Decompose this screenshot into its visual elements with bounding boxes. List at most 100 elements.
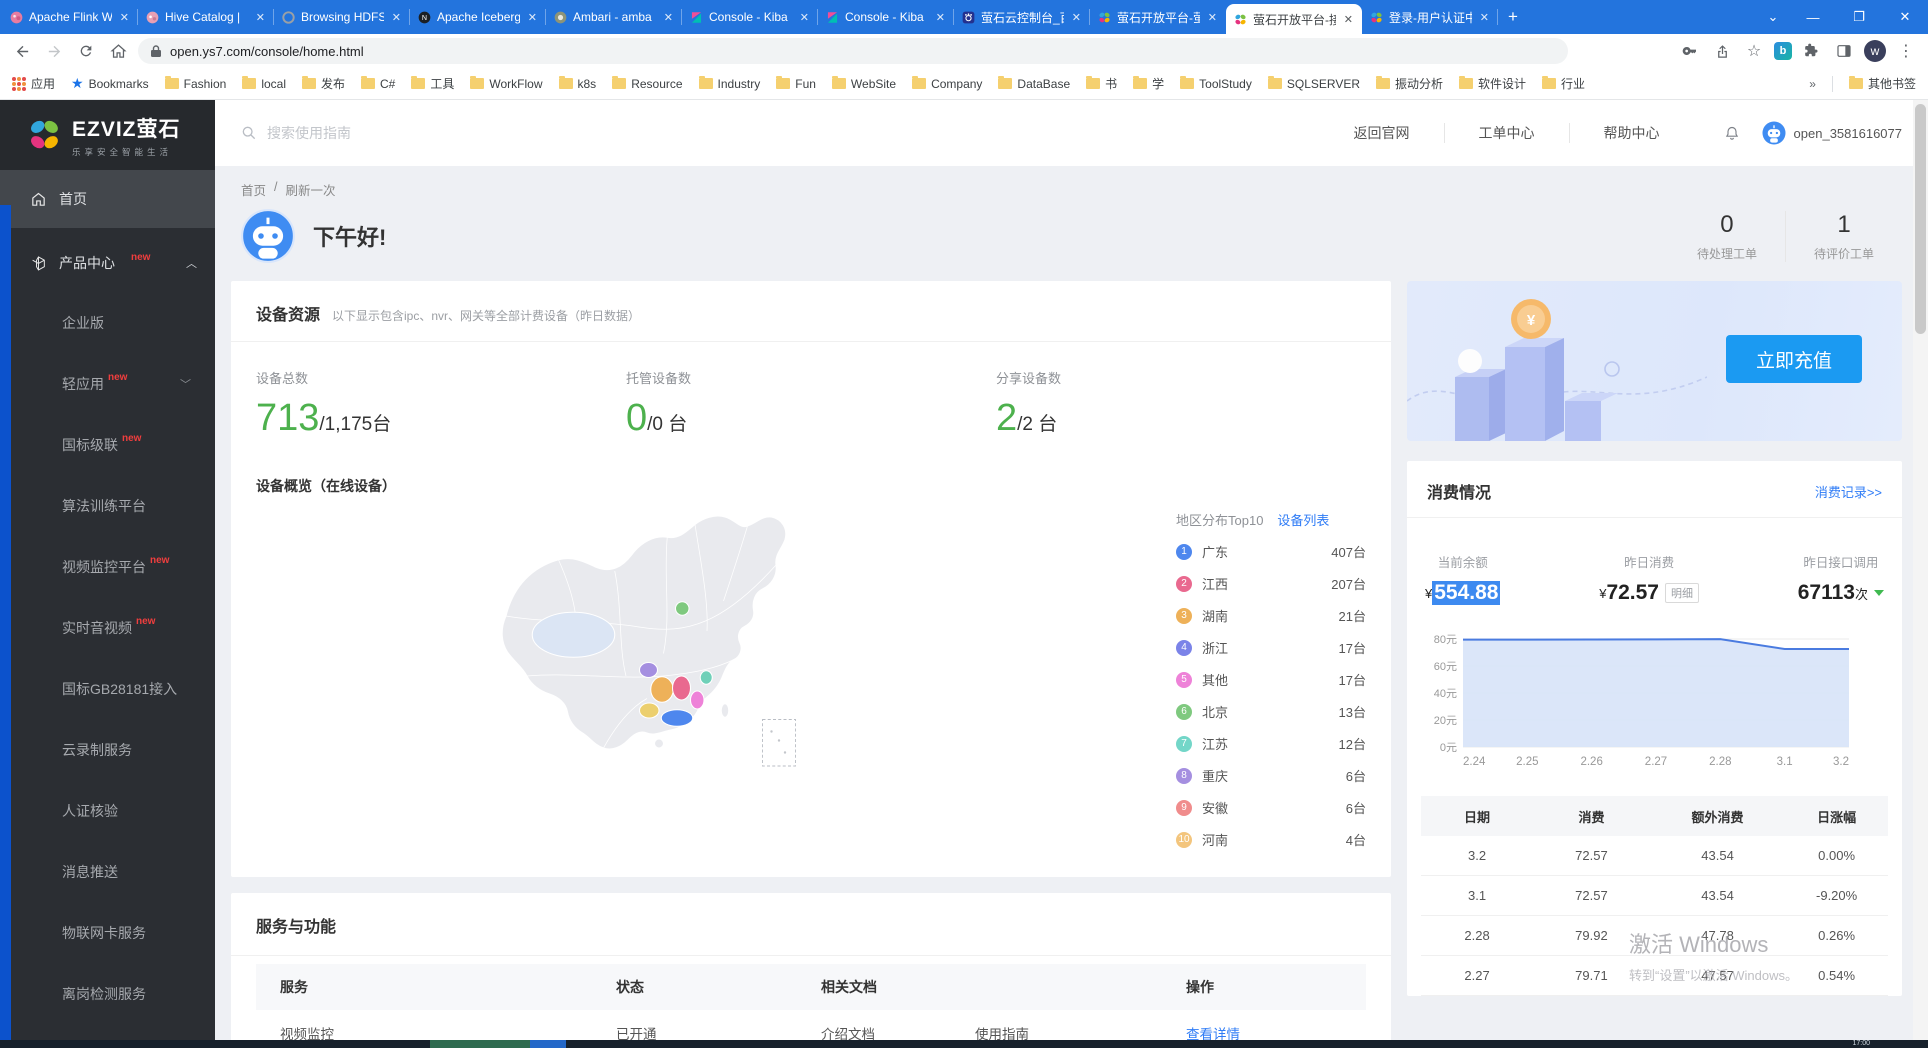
browser-menu-icon[interactable]: ⋮: [1894, 39, 1918, 63]
bookmark-folder[interactable]: 书: [1086, 75, 1117, 92]
ticket-counter[interactable]: 0待处理工单: [1669, 211, 1785, 262]
browser-tab[interactable]: Ambari - amba✕: [546, 0, 682, 34]
bookmark-folder[interactable]: 振动分析: [1376, 75, 1443, 92]
home-icon[interactable]: [106, 39, 130, 63]
bookmark-folder[interactable]: WebSite: [832, 77, 896, 91]
header-link[interactable]: 工单中心: [1444, 123, 1569, 143]
tab-search-icon[interactable]: ⌄: [1756, 0, 1790, 34]
bookmark-folder[interactable]: local: [242, 77, 286, 91]
bookmark-folder[interactable]: Fashion: [165, 77, 227, 91]
sidebar-subitem[interactable]: 云录制服务: [0, 719, 215, 780]
other-bookmarks[interactable]: 其他书签: [1849, 75, 1916, 92]
tab-close-icon[interactable]: ✕: [118, 11, 131, 24]
password-key-icon[interactable]: [1678, 39, 1702, 63]
header-link[interactable]: 返回官网: [1320, 123, 1444, 143]
bookmark-folder[interactable]: 行业: [1542, 75, 1585, 92]
bookmark-folder[interactable]: Industry: [699, 77, 761, 91]
sidebar-subitem[interactable]: 视频监控平台new: [0, 536, 215, 597]
tab-close-icon[interactable]: ✕: [662, 11, 675, 24]
sidebar-subitem[interactable]: 国标级联new: [0, 414, 215, 475]
bookmarks-overflow-icon[interactable]: »: [1809, 77, 1816, 91]
sidebar-item-product-center[interactable]: 产品中心 new ︿: [0, 234, 215, 292]
tab-close-icon[interactable]: ✕: [934, 11, 947, 24]
back-icon[interactable]: [10, 39, 34, 63]
tab-close-icon[interactable]: ✕: [1070, 11, 1083, 24]
search-input[interactable]: [267, 125, 687, 141]
share-icon[interactable]: [1710, 39, 1734, 63]
extensions-puzzle-icon[interactable]: [1800, 39, 1824, 63]
bookmark-folder[interactable]: Company: [912, 77, 982, 91]
bookmark-folder[interactable]: 发布: [302, 75, 345, 92]
address-bar[interactable]: open.ys7.com/console/home.html: [138, 38, 1568, 64]
page-scrollbar[interactable]: [1913, 100, 1928, 1040]
header-link[interactable]: 帮助中心: [1569, 123, 1694, 143]
tab-close-icon[interactable]: ✕: [254, 11, 267, 24]
browser-tab[interactable]: Console - Kiba✕: [818, 0, 954, 34]
ticket-counter[interactable]: 1待评价工单: [1785, 211, 1902, 262]
bookmark-folder[interactable]: ToolStudy: [1180, 77, 1252, 91]
maximize-button[interactable]: ❐: [1836, 0, 1882, 34]
tab-close-icon[interactable]: ✕: [1342, 13, 1355, 26]
recharge-now-button[interactable]: 立即充值: [1726, 335, 1862, 383]
sidebar-subitem[interactable]: 离岗检测服务: [0, 963, 215, 1024]
sidebar-subitem[interactable]: 算法训练平台: [0, 475, 215, 536]
breadcrumb-home[interactable]: 首页: [241, 180, 266, 199]
sidebar-subitem[interactable]: 企业版: [0, 292, 215, 353]
side-panel-icon[interactable]: [1832, 39, 1856, 63]
guide-search[interactable]: [241, 125, 1320, 141]
browser-tab[interactable]: 萤石开放平台-接✕: [1226, 4, 1362, 34]
bookmark-folder[interactable]: Fun: [776, 77, 816, 91]
reload-icon[interactable]: [74, 39, 98, 63]
close-button[interactable]: ✕: [1882, 0, 1928, 34]
new-tab-button[interactable]: +: [1498, 0, 1528, 34]
bookmark-folder[interactable]: Resource: [612, 77, 682, 91]
sidebar-subitem[interactable]: 国标GB28181接入: [0, 658, 215, 719]
china-map[interactable]: [376, 496, 936, 796]
browser-tab[interactable]: 登录-用户认证中✕: [1362, 0, 1498, 34]
sidebar-subitem[interactable]: 人证核验: [0, 780, 215, 841]
doc-link[interactable]: 使用指南: [975, 1023, 1029, 1040]
tab-close-icon[interactable]: ✕: [1478, 11, 1491, 24]
sidebar-subitem[interactable]: 实时音视频new: [0, 597, 215, 658]
minimize-button[interactable]: —: [1790, 0, 1836, 34]
header-user[interactable]: open_3581616077: [1724, 121, 1902, 145]
bookmark-folder[interactable]: SQLSERVER: [1268, 77, 1360, 91]
tab-close-icon[interactable]: ✕: [798, 11, 811, 24]
bookmark-folder[interactable]: 学: [1133, 75, 1164, 92]
bookmark-folder[interactable]: 工具: [411, 75, 454, 92]
apps-menu[interactable]: 应用: [12, 75, 55, 92]
user-robot-avatar[interactable]: [1762, 121, 1786, 145]
bookmark-folder[interactable]: k8s: [559, 77, 597, 91]
bing-extension-icon[interactable]: b: [1774, 42, 1792, 60]
bookmarks-root[interactable]: ★Bookmarks: [71, 75, 149, 92]
bookmark-folder[interactable]: C#: [361, 77, 395, 91]
profile-avatar[interactable]: w: [1864, 40, 1886, 62]
browser-tab[interactable]: NApache Iceberg✕: [410, 0, 546, 34]
tab-close-icon[interactable]: ✕: [390, 11, 403, 24]
sidebar-subitem[interactable]: 物联网卡服务: [0, 902, 215, 963]
bookmark-folder[interactable]: DataBase: [998, 77, 1070, 91]
sidebar-subitem[interactable]: 消息推送: [0, 841, 215, 902]
tab-close-icon[interactable]: ✕: [1206, 11, 1219, 24]
device-list-link[interactable]: 设备列表: [1277, 510, 1329, 529]
doc-link[interactable]: 介绍文档: [821, 1023, 875, 1040]
browser-tab[interactable]: Apache Flink W✕: [2, 0, 138, 34]
browser-tab[interactable]: Hive Catalog |✕: [138, 0, 274, 34]
browser-tab[interactable]: Browsing HDFS✕: [274, 0, 410, 34]
browser-tab[interactable]: 萤石开放平台-萤✕: [1090, 0, 1226, 34]
tab-close-icon[interactable]: ✕: [526, 11, 539, 24]
sidebar-subitem[interactable]: 轻应用new﹀: [0, 353, 215, 414]
bookmark-folder[interactable]: WorkFlow: [470, 77, 542, 91]
browser-tab[interactable]: 萤石云控制台_百✕: [954, 0, 1090, 34]
consumption-record-link[interactable]: 消费记录>>: [1815, 482, 1882, 501]
view-details-link[interactable]: 查看详情: [1186, 1027, 1240, 1040]
scrollbar-thumb[interactable]: [1915, 104, 1926, 334]
ezviz-logo[interactable]: EZVIZ萤石 乐享安全智能生活: [0, 100, 215, 170]
bookmark-folder[interactable]: 软件设计: [1459, 75, 1526, 92]
bell-icon[interactable]: [1724, 125, 1740, 142]
browser-tab[interactable]: Console - Kiba✕: [682, 0, 818, 34]
bookmark-star-icon[interactable]: ☆: [1742, 39, 1766, 63]
detail-chip-button[interactable]: 明细: [1665, 583, 1699, 603]
sidebar-item-home[interactable]: 首页: [0, 170, 215, 228]
forward-icon[interactable]: [42, 39, 66, 63]
